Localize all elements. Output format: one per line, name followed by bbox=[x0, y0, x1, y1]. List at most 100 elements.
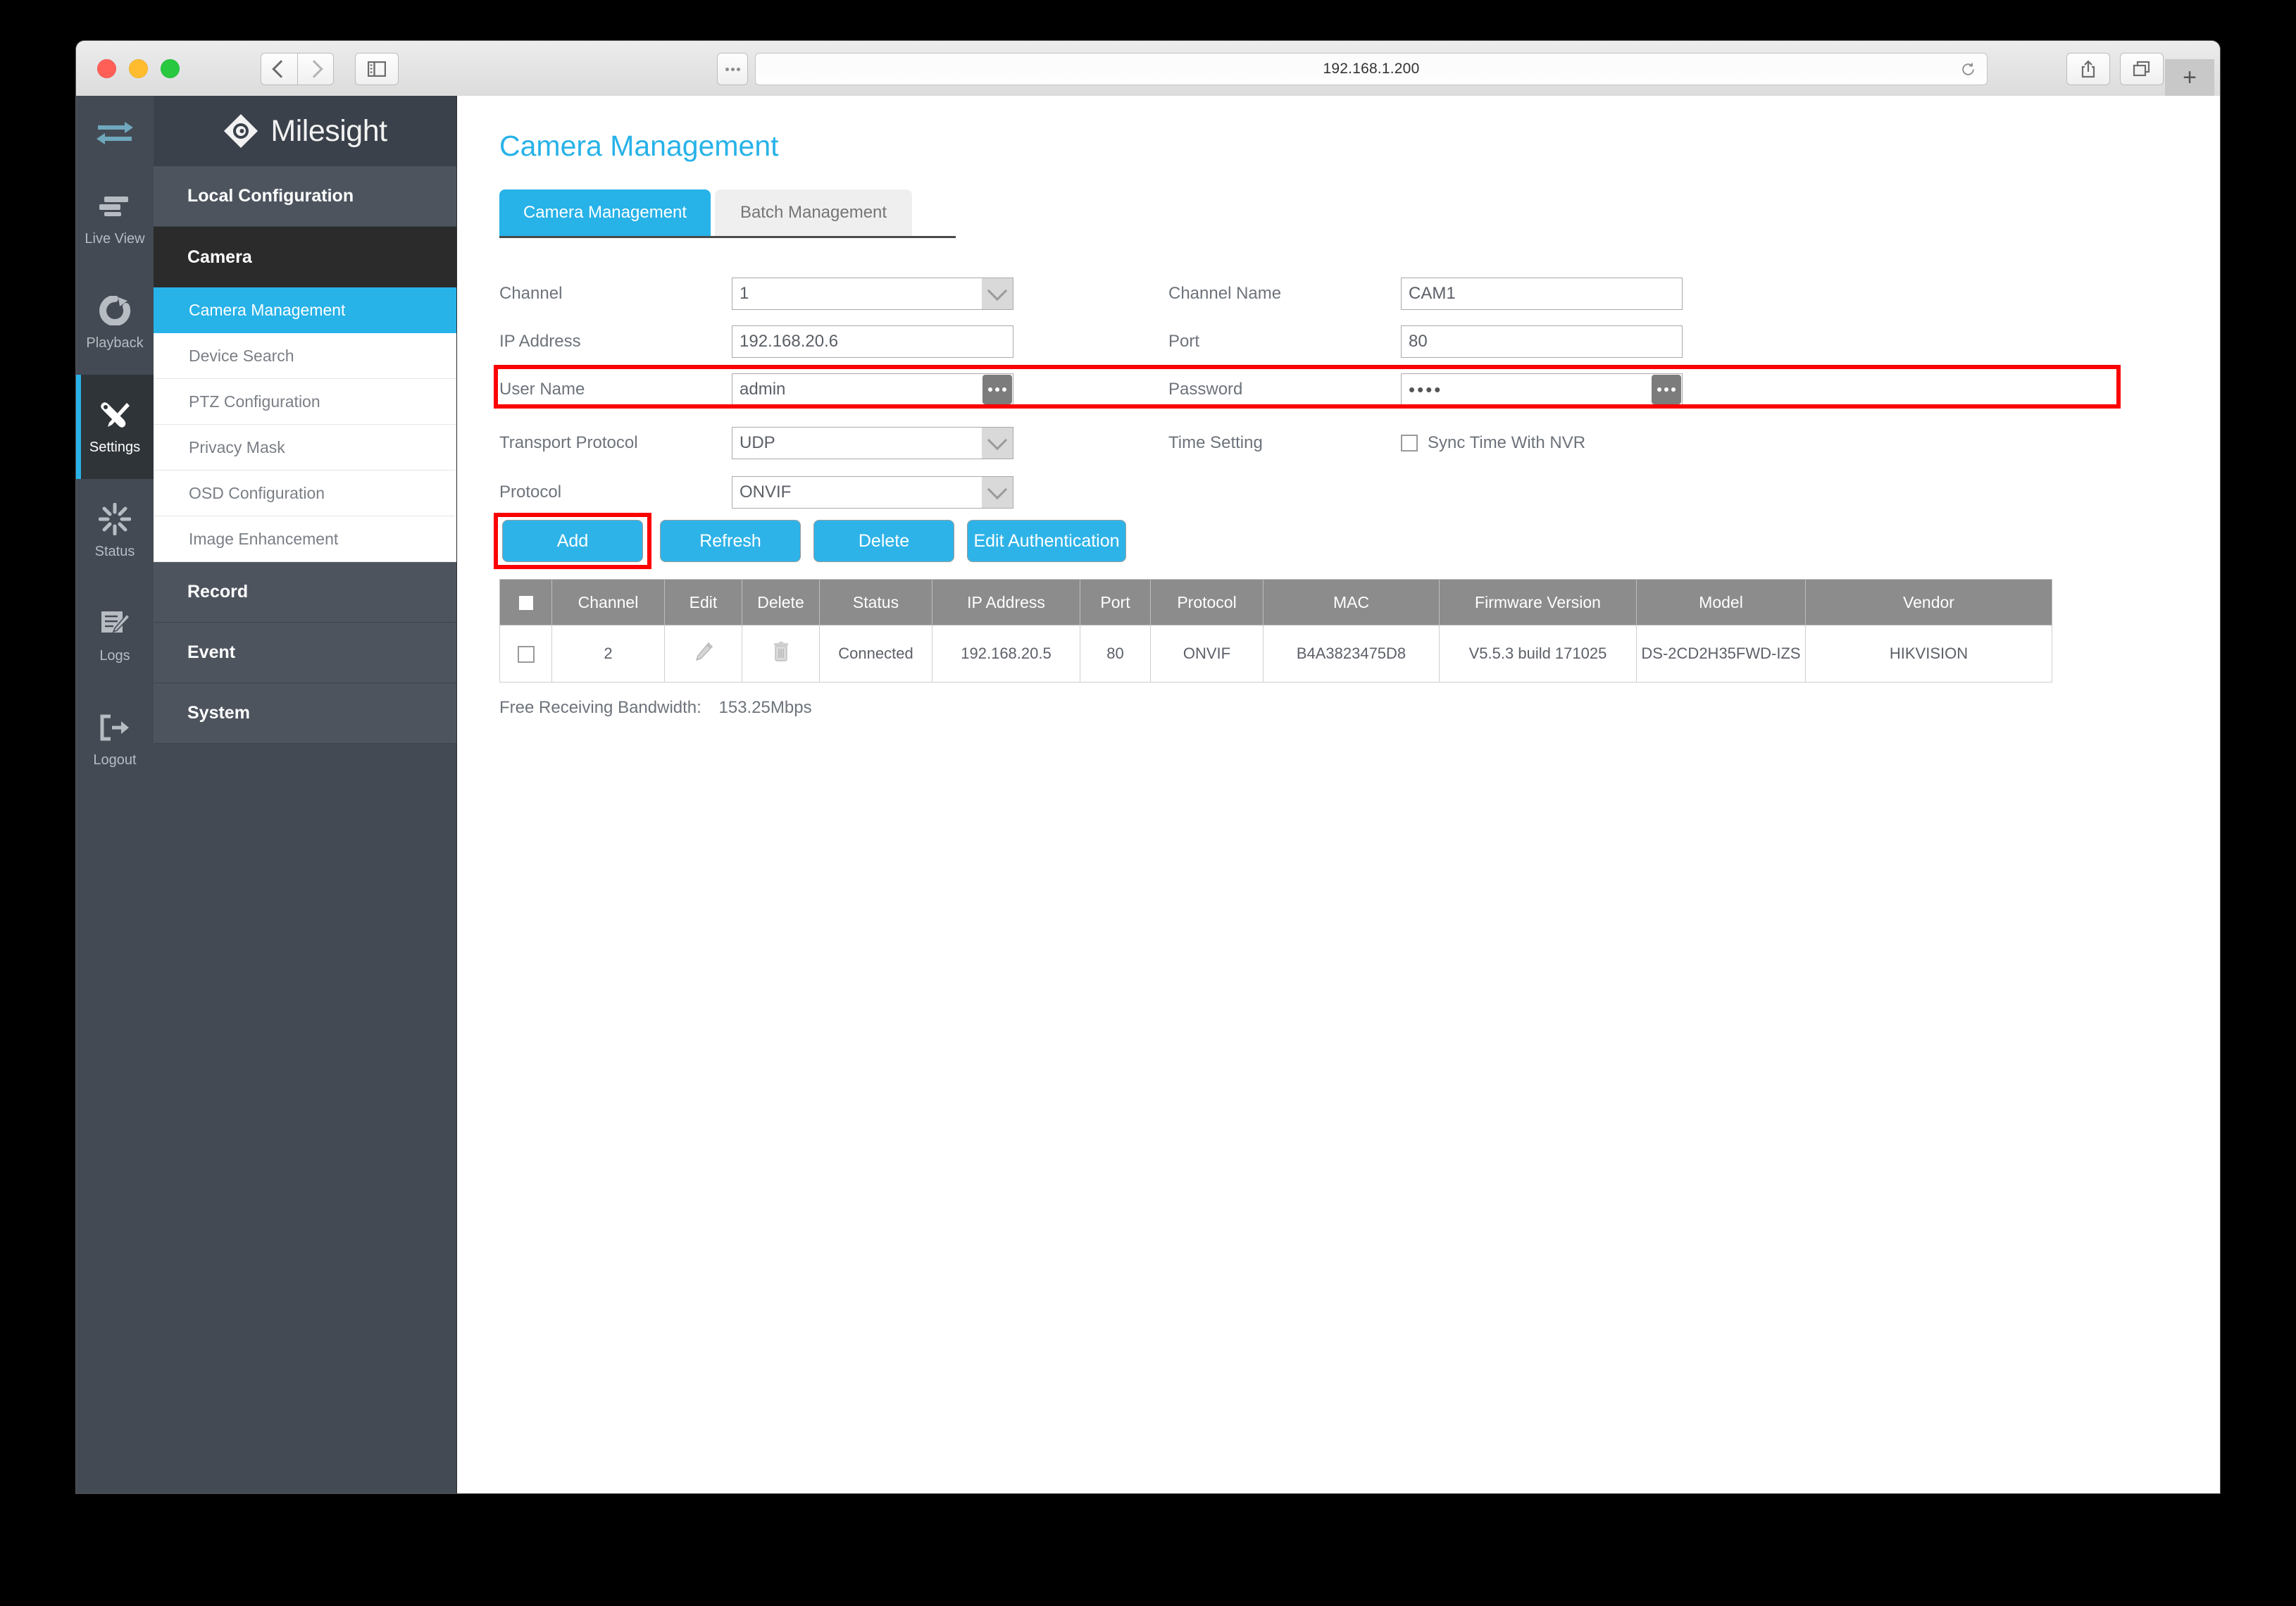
table-header-row: Channel Edit Delete Status IP Address Po… bbox=[499, 579, 2052, 625]
new-tab-button[interactable]: + bbox=[2165, 59, 2214, 96]
main-content: Camera Management Camera Management Batc… bbox=[457, 96, 2220, 1493]
tab-camera-management[interactable]: Camera Management bbox=[499, 189, 711, 236]
sidebar-item-event[interactable]: Event bbox=[154, 623, 456, 683]
live-view-icon bbox=[96, 190, 133, 223]
camera-table: Channel Edit Delete Status IP Address Po… bbox=[499, 579, 2052, 683]
forward-button[interactable] bbox=[297, 53, 334, 85]
sidebar-item-record[interactable]: Record bbox=[154, 562, 456, 623]
sidebar-item-osd-configuration[interactable]: OSD Configuration bbox=[154, 471, 456, 516]
sidebar-item-device-search[interactable]: Device Search bbox=[154, 333, 456, 379]
delete-button[interactable]: Delete bbox=[813, 520, 954, 562]
bandwidth-value: 153.25Mbps bbox=[718, 698, 812, 717]
column-header-firmware-version: Firmware Version bbox=[1439, 579, 1637, 625]
bandwidth-label: Free Receiving Bandwidth: bbox=[499, 698, 701, 717]
sidebar-item-camera[interactable]: Camera bbox=[154, 227, 456, 287]
sync-time-checkbox[interactable] bbox=[1401, 435, 1418, 452]
cell-status: Connected bbox=[819, 625, 932, 683]
channel-select[interactable]: 1 bbox=[732, 278, 1013, 310]
cell-edit[interactable] bbox=[664, 625, 742, 683]
transport-protocol-select[interactable]: UDP bbox=[732, 427, 1013, 459]
ip-address-value: 192.168.20.6 bbox=[740, 332, 839, 351]
column-header-vendor: Vendor bbox=[1805, 579, 2052, 625]
protocol-select[interactable]: ONVIF bbox=[732, 476, 1013, 509]
field-label: Channel bbox=[499, 284, 563, 303]
cell-protocol: ONVIF bbox=[1150, 625, 1264, 683]
show-tabs-button[interactable] bbox=[2120, 53, 2164, 85]
credentials-highlight-box bbox=[494, 365, 2121, 409]
refresh-button[interactable]: Refresh bbox=[660, 520, 801, 562]
address-bar[interactable]: 192.168.1.200 bbox=[755, 53, 1988, 85]
camera-form: Channel 1 IP Address 192.168.20.6 User N… bbox=[494, 275, 2220, 509]
sidebar-item-image-enhancement[interactable]: Image Enhancement bbox=[154, 516, 456, 562]
field-port: Port 80 bbox=[1168, 323, 1683, 361]
select-all-header[interactable] bbox=[499, 579, 552, 625]
sidebar-item-label: PTZ Configuration bbox=[189, 392, 320, 411]
transfer-arrows-icon bbox=[96, 122, 133, 144]
channel-value: 1 bbox=[740, 284, 749, 303]
cell-port: 80 bbox=[1080, 625, 1151, 683]
rail-item-live-view[interactable]: Live View bbox=[76, 166, 154, 270]
rail-item-logs[interactable]: Logs bbox=[76, 583, 154, 687]
field-label: Time Setting bbox=[1168, 433, 1263, 452]
address-bar-area: 192.168.1.200 bbox=[717, 53, 1988, 85]
chevron-left-icon bbox=[271, 60, 290, 78]
logout-icon bbox=[96, 711, 133, 744]
row-checkbox[interactable] bbox=[517, 646, 535, 664]
window-controls bbox=[97, 59, 180, 78]
page-title: Camera Management bbox=[499, 130, 779, 162]
dot-icon bbox=[730, 67, 735, 71]
column-header-status: Status bbox=[819, 579, 932, 625]
pencil-icon[interactable] bbox=[693, 641, 714, 662]
tab-batch-management[interactable]: Batch Management bbox=[715, 189, 912, 236]
sidebar-item-local-configuration[interactable]: Local Configuration bbox=[154, 166, 456, 227]
sync-time-label: Sync Time With NVR bbox=[1428, 433, 1586, 452]
reload-icon[interactable] bbox=[1961, 62, 1976, 77]
column-header-delete: Delete bbox=[742, 579, 820, 625]
rail-item-status[interactable]: Status bbox=[76, 479, 154, 583]
field-protocol: Protocol ONVIF bbox=[499, 473, 1013, 511]
port-input[interactable]: 80 bbox=[1401, 325, 1683, 358]
channel-name-input[interactable]: CAM1 bbox=[1401, 278, 1683, 310]
ip-address-input[interactable]: 192.168.20.6 bbox=[732, 325, 1013, 358]
column-header-ip-address: IP Address bbox=[932, 579, 1080, 625]
sidebar-item-label: Image Enhancement bbox=[189, 529, 339, 548]
sidebar-toggle-button[interactable] bbox=[355, 53, 399, 85]
port-value: 80 bbox=[1409, 332, 1428, 351]
brand-name: Milesight bbox=[270, 113, 387, 148]
sidebar-item-ptz-configuration[interactable]: PTZ Configuration bbox=[154, 379, 456, 425]
chevron-down-icon[interactable] bbox=[982, 278, 1013, 309]
bandwidth-status: Free Receiving Bandwidth: 153.25Mbps bbox=[499, 698, 2220, 718]
channel-name-value: CAM1 bbox=[1409, 284, 1456, 303]
rail-transfer-button[interactable] bbox=[76, 96, 154, 166]
rail-item-playback[interactable]: Playback bbox=[76, 270, 154, 375]
milesight-diamond-logo bbox=[224, 113, 258, 149]
rail-item-settings[interactable]: Settings bbox=[76, 375, 154, 479]
maximize-window-button[interactable] bbox=[161, 59, 180, 78]
minimize-window-button[interactable] bbox=[129, 59, 148, 78]
browser-toolbar: 192.168.1.200 + bbox=[76, 41, 2220, 97]
rail-item-logout[interactable]: Logout bbox=[76, 687, 154, 792]
chevron-down-icon[interactable] bbox=[982, 477, 1013, 508]
sidebar-item-label: OSD Configuration bbox=[189, 483, 325, 502]
playback-icon bbox=[96, 294, 133, 327]
trash-icon[interactable] bbox=[771, 640, 791, 663]
button-label: Delete bbox=[858, 530, 910, 551]
select-all-checkbox[interactable] bbox=[517, 595, 535, 612]
share-button[interactable] bbox=[2066, 53, 2110, 85]
close-window-button[interactable] bbox=[97, 59, 116, 78]
column-header-port: Port bbox=[1080, 579, 1151, 625]
column-header-channel: Channel bbox=[551, 579, 665, 625]
tab-strip: Camera Management Batch Management bbox=[499, 189, 956, 238]
sidebar-item-system[interactable]: System bbox=[154, 683, 456, 744]
sidebar-item-label: Camera Management bbox=[189, 301, 346, 319]
edit-authentication-button[interactable]: Edit Authentication bbox=[967, 520, 1126, 562]
cell-delete[interactable] bbox=[742, 625, 820, 683]
smart-search-button[interactable] bbox=[717, 53, 748, 85]
back-button[interactable] bbox=[261, 53, 297, 85]
sidebar-item-label: Event bbox=[187, 642, 236, 662]
chevron-down-icon[interactable] bbox=[982, 428, 1013, 459]
row-select-cell[interactable] bbox=[499, 625, 552, 683]
chevron-right-icon bbox=[305, 60, 323, 78]
sidebar-item-privacy-mask[interactable]: Privacy Mask bbox=[154, 425, 456, 471]
sidebar-item-camera-management[interactable]: Camera Management bbox=[154, 287, 456, 333]
